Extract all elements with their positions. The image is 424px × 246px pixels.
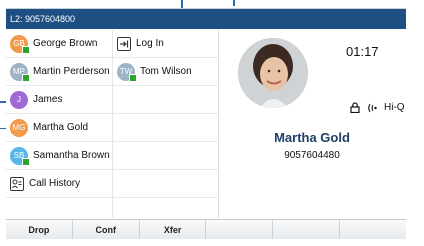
presence-online-icon — [22, 45, 30, 54]
softkey-4[interactable] — [206, 220, 274, 239]
empty-row[interactable] — [113, 114, 219, 142]
avatar: MP — [10, 62, 30, 82]
avatar: MG — [10, 118, 28, 137]
hi-q-label: Hi-Q — [384, 102, 405, 113]
contact-name: Martin Perderson — [33, 66, 110, 77]
login-arrow-glyph — [120, 40, 129, 47]
contact-column-left: GB George Brown MP Martin Perderson J Ja… — [6, 30, 112, 198]
contact-row-james[interactable]: J James — [6, 86, 112, 114]
login-row[interactable]: Log In — [113, 30, 219, 58]
empty-row[interactable] — [113, 142, 219, 170]
avatar: SB — [10, 146, 30, 166]
contact-row-martin-perderson[interactable]: MP Martin Perderson — [6, 58, 112, 86]
drop-softkey[interactable]: Drop — [6, 220, 73, 239]
line-label: L2: 9057604800 — [10, 14, 76, 24]
call-history-glyph — [12, 179, 22, 188]
caller-photo-portrait — [238, 38, 308, 108]
contact-row-martha-gold[interactable]: MG Martha Gold — [6, 114, 112, 142]
avatar: TW — [117, 62, 137, 82]
phone-display-frame: L2: 9057604800 GB George Brown MP Martin — [0, 0, 424, 246]
conf-softkey[interactable]: Conf — [72, 220, 140, 239]
annotation-arrow-top-1 — [181, 0, 183, 8]
avatar: J — [10, 90, 28, 109]
contact-name: George Brown — [33, 38, 98, 49]
presence-online-icon — [22, 73, 30, 82]
presence-online-icon — [22, 157, 30, 166]
call-timer: 01:17 — [346, 44, 379, 59]
active-call-panel: 01:17 Hi-Q Martha Gold 9057604480 — [218, 30, 406, 218]
caller-name: Martha Gold — [274, 130, 350, 145]
call-history-label: Call History — [29, 178, 81, 189]
contact-name: Martha Gold — [33, 122, 89, 133]
phone-screen: L2: 9057604800 GB George Brown MP Martin — [6, 8, 406, 239]
empty-row[interactable] — [113, 170, 219, 198]
softkey-bar: Drop Conf Xfer — [6, 219, 406, 239]
call-history-icon — [10, 176, 24, 191]
contact-name: Tom Wilson — [140, 66, 192, 77]
contact-row-tom-wilson[interactable]: TW Tom Wilson — [113, 58, 219, 86]
xfer-softkey[interactable]: Xfer — [139, 220, 207, 239]
softkey-5[interactable] — [273, 220, 341, 239]
login-icon — [117, 36, 131, 51]
softkey-6[interactable] — [340, 220, 406, 239]
lock-icon — [350, 102, 360, 113]
annotation-arrow-top-2 — [233, 0, 235, 6]
caller-number: 9057604480 — [284, 150, 340, 161]
empty-row[interactable] — [113, 86, 219, 114]
presence-online-icon — [129, 73, 137, 82]
caller-photo — [238, 38, 308, 108]
login-label: Log In — [136, 38, 164, 49]
line-title-bar: L2: 9057604800 — [6, 9, 406, 29]
contact-row-george-brown[interactable]: GB George Brown — [6, 30, 112, 58]
call-history-row[interactable]: Call History — [6, 170, 112, 198]
hi-q-audio-icon — [368, 103, 377, 112]
contact-column-right: Log In TW Tom Wilson — [112, 30, 219, 218]
call-status-icons: Hi-Q — [350, 102, 405, 113]
contact-name: Samantha Brown — [33, 150, 110, 161]
contact-name: James — [33, 94, 63, 105]
contact-list-panel: GB George Brown MP Martin Perderson J Ja… — [6, 30, 219, 218]
avatar: GB — [10, 34, 30, 54]
contact-row-samantha-brown[interactable]: SB Samantha Brown — [6, 142, 112, 170]
